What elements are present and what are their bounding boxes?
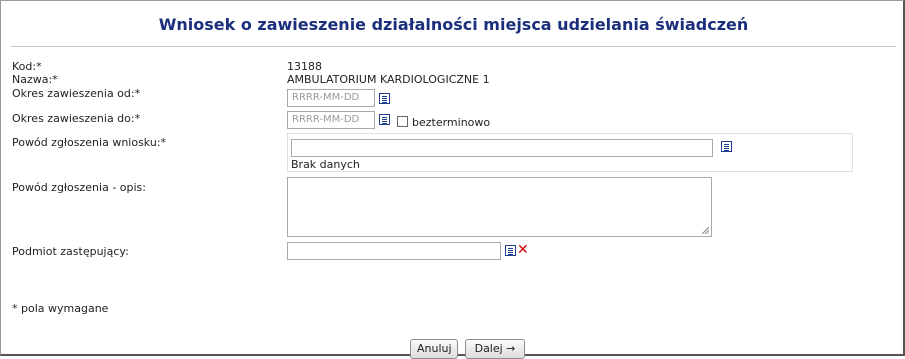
calendar-list-icon[interactable] [379,93,390,104]
opis-label: Powód zgłoszenia - opis: [12,181,146,194]
podmiot-label: Podmiot zastępujący: [12,245,129,258]
page-title: Wniosek o zawieszenie działalności miejs… [11,11,896,47]
powod-empty-text: Brak danych [291,158,360,171]
next-button[interactable]: Dalej → [465,339,525,359]
bezterminowo-checkbox[interactable] [397,116,408,127]
required-note: * pola wymagane [12,302,109,315]
calendar-list-icon[interactable] [379,114,390,125]
kod-value: 13188 [287,60,322,73]
powod-label: Powód zgłoszenia wniosku:* [12,136,167,149]
list-icon[interactable] [505,245,516,256]
okres-od-label: Okres zawieszenia od:* [12,87,141,100]
okres-do-label: Okres zawieszenia do:* [12,112,141,125]
resize-grip-icon[interactable] [701,226,709,234]
nazwa-label: Nazwa:* [12,73,58,86]
okres-od-input[interactable]: RRRR-MM-DD [287,89,375,107]
opis-textarea[interactable] [287,177,712,237]
clear-icon[interactable]: ✕ [517,243,529,257]
cancel-button[interactable]: Anuluj [410,339,458,359]
powod-input[interactable] [291,139,713,157]
form-window: Wniosek o zawieszenie działalności miejs… [0,0,905,359]
okres-do-input[interactable]: RRRR-MM-DD [287,111,375,129]
list-icon[interactable] [721,141,732,152]
nazwa-value: AMBULATORIUM KARDIOLOGICZNE 1 [287,73,490,86]
podmiot-input[interactable] [287,242,501,260]
bezterminowo-label: bezterminowo [412,116,491,129]
kod-label: Kod:* [12,60,42,73]
